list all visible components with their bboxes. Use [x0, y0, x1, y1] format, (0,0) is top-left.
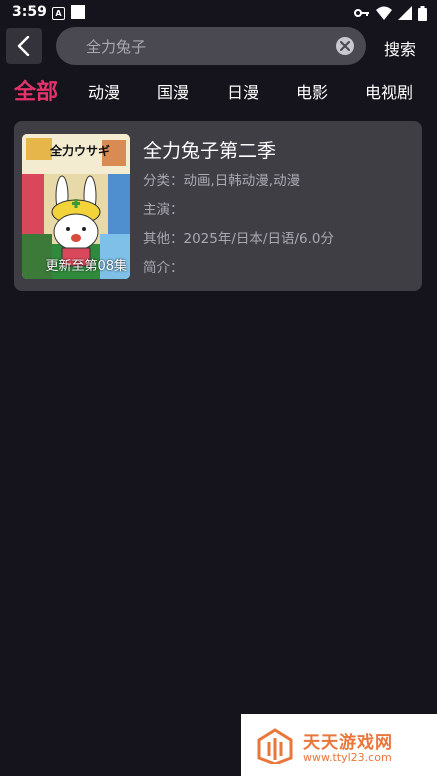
search-input-value: 全力兔子	[86, 38, 147, 56]
search-header: 全力兔子 搜索	[0, 26, 437, 66]
result-category: 分类：动画,日韩动漫,动漫	[143, 173, 301, 189]
notification-square-icon	[71, 5, 85, 19]
watermark-logo-icon	[257, 728, 293, 764]
close-icon	[340, 41, 350, 51]
notification-a-icon: A	[52, 7, 65, 20]
signal-icon	[398, 6, 412, 20]
update-status-badge: 更新至第08集	[45, 259, 127, 274]
tab-chinese-anime[interactable]: 国漫	[157, 79, 189, 103]
result-other-info: 其他：2025年/日本/日语/6.0分	[143, 231, 334, 247]
battery-icon	[418, 5, 427, 21]
poster-image[interactable]: 全力ウサギ 更新至第08集	[22, 134, 130, 279]
status-time: 3:59	[12, 4, 47, 20]
chevron-left-icon	[17, 36, 30, 56]
result-cast: 主演：	[143, 202, 184, 218]
tab-all[interactable]: 全部	[14, 74, 58, 106]
watermark-title: 天天游戏网	[303, 733, 393, 753]
tab-tv-series[interactable]: 电视剧	[365, 79, 413, 103]
result-title: 全力兔子第二季	[143, 140, 277, 162]
key-icon	[354, 9, 369, 17]
status-icons	[354, 5, 427, 21]
search-input[interactable]: 全力兔子	[56, 27, 366, 65]
tab-movie[interactable]: 电影	[296, 79, 328, 103]
wifi-icon	[376, 6, 392, 20]
watermark: 天天游戏网 www.ttyl23.com	[241, 714, 437, 776]
search-button[interactable]: 搜索	[384, 36, 416, 60]
watermark-url: www.ttyl23.com	[303, 751, 392, 764]
back-button[interactable]	[6, 28, 42, 64]
result-card[interactable]: 全力ウサギ 更新至第08集 全力兔子第二季 分类：动画,日韩动漫,动漫 主演： …	[14, 121, 422, 291]
status-bar: 3:59 A	[0, 0, 437, 26]
clear-search-button[interactable]	[336, 37, 354, 55]
category-tabs: 全部 动漫 国漫 日漫 电影 电视剧	[0, 74, 437, 106]
tab-anime[interactable]: 动漫	[88, 79, 120, 103]
result-intro: 简介：	[143, 260, 184, 276]
tab-japanese-anime[interactable]: 日漫	[227, 79, 259, 103]
poster-logo-text: 全力ウサギ	[50, 144, 111, 158]
